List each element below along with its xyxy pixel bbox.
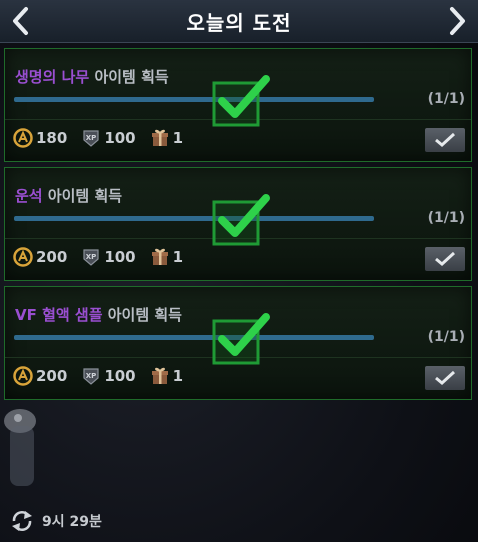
xp-amount: 100: [104, 129, 136, 147]
mission-action: 아이템 획득: [42, 187, 123, 205]
checkmark-icon: [435, 370, 456, 385]
checkmark-icon: [435, 132, 456, 147]
progress-bar: [14, 97, 374, 102]
mission-card: 생명의 나무 아이템 획득 (1/1) 180 XP 100 1: [4, 48, 472, 162]
completed-check-icon: [212, 313, 270, 365]
mission-title: 운석 아이템 획득: [15, 185, 122, 206]
timer-text: 9시 29분: [42, 514, 102, 530]
header-bar: 오늘의 도전: [0, 0, 478, 43]
coin-reward: 200: [13, 366, 67, 386]
svg-text:XP: XP: [86, 253, 97, 261]
progress-bar: [14, 216, 374, 221]
reward-list: 200 XP 100 1: [13, 246, 197, 268]
progress-count: (1/1): [427, 329, 465, 345]
xp-reward: XP 100: [81, 366, 136, 386]
coin-reward: 200: [13, 247, 67, 267]
completed-check-icon: [212, 194, 270, 246]
progress-count: (1/1): [427, 91, 465, 107]
coin-icon: [13, 366, 33, 386]
gift-amount: 1: [172, 129, 184, 147]
coin-icon: [13, 247, 33, 267]
xp-icon: XP: [83, 249, 99, 266]
mission-card: VF 혈액 샘플 아이템 획득 (1/1) 200 XP 100 1: [4, 286, 472, 400]
gift-reward: 1: [150, 366, 183, 386]
mission-item-name: 생명의 나무: [15, 68, 90, 86]
checkmark-icon: [435, 251, 456, 266]
mission-title: VF 혈액 샘플 아이템 획득: [15, 304, 182, 325]
completed-check-icon: [212, 75, 270, 127]
gift-amount: 1: [172, 248, 184, 266]
next-button[interactable]: [438, 0, 478, 42]
refresh-timer: 9시 29분: [10, 510, 102, 532]
chevron-left-icon: [13, 7, 28, 35]
gift-reward: 1: [150, 247, 183, 267]
coin-amount: 180: [36, 129, 68, 147]
mission-card: 운석 아이템 획득 (1/1) 200 XP 100 1: [4, 167, 472, 281]
gift-icon: [151, 129, 168, 146]
mission-title: 생명의 나무 아이템 획득: [15, 66, 169, 87]
coin-icon: [13, 128, 33, 148]
xp-icon: XP: [83, 368, 99, 385]
reward-list: 180 XP 100 1: [13, 127, 197, 149]
refresh-icon: [12, 511, 32, 531]
claim-button[interactable]: [425, 247, 465, 271]
progress-bar: [14, 335, 374, 340]
coin-reward: 180: [13, 128, 67, 148]
reward-list: 200 XP 100 1: [13, 365, 197, 387]
claim-button[interactable]: [425, 366, 465, 390]
xp-icon: XP: [83, 130, 99, 147]
svg-text:XP: XP: [86, 372, 97, 380]
claim-button[interactable]: [425, 128, 465, 152]
xp-amount: 100: [104, 367, 136, 385]
mission-item-name: 운석: [15, 187, 43, 205]
coin-amount: 200: [36, 248, 68, 266]
xp-reward: XP 100: [81, 128, 136, 148]
gift-icon: [151, 248, 168, 265]
prev-button[interactable]: [0, 0, 40, 42]
mission-action: 아이템 획득: [102, 306, 182, 324]
mission-action: 아이템 획득: [89, 68, 169, 86]
svg-text:XP: XP: [86, 134, 97, 142]
xp-amount: 100: [104, 248, 136, 266]
xp-reward: XP 100: [81, 247, 136, 267]
chevron-right-icon: [450, 7, 465, 35]
gift-icon: [151, 367, 168, 384]
page-title: 오늘의 도전: [186, 10, 292, 35]
coin-amount: 200: [36, 367, 68, 385]
gift-amount: 1: [172, 367, 184, 385]
character-illustration: [4, 409, 36, 486]
mission-item-name: VF 혈액 샘플: [15, 306, 103, 324]
gift-reward: 1: [150, 128, 183, 148]
progress-count: (1/1): [427, 210, 465, 226]
